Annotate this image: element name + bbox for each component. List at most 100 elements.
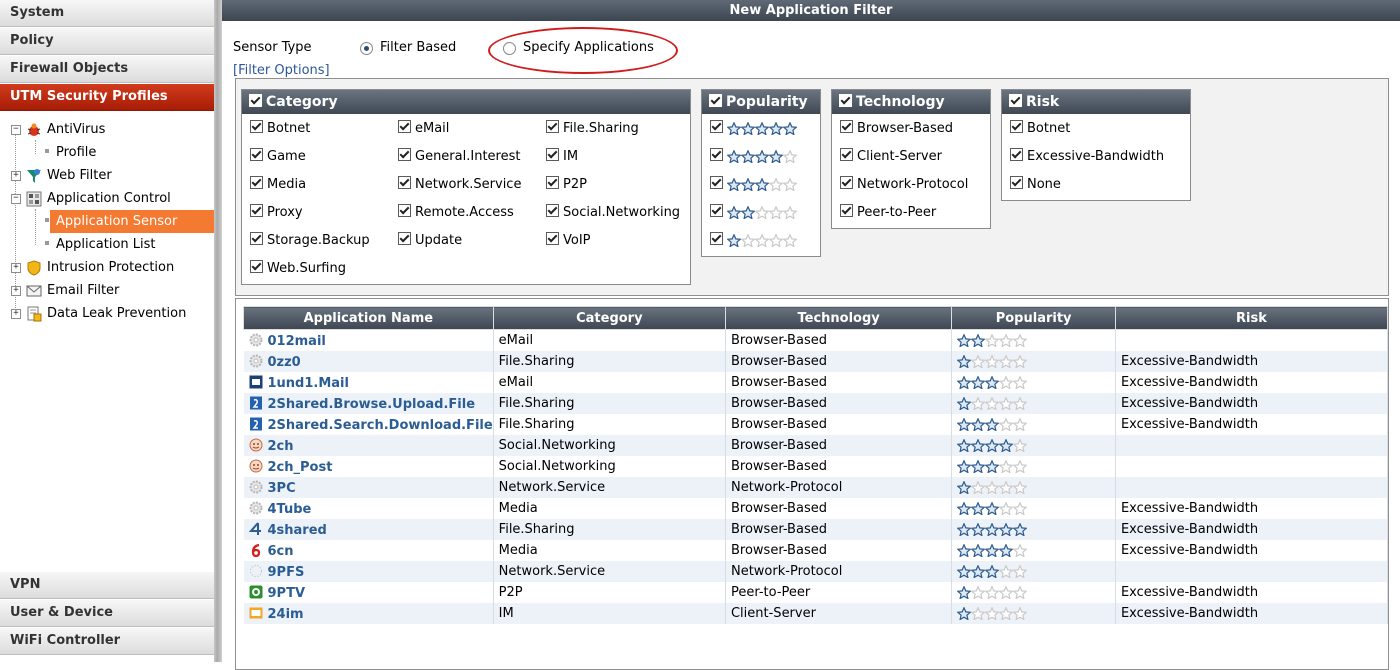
checkbox-checked[interactable] [250, 260, 263, 273]
tree-item-application-sensor[interactable]: Application Sensor [56, 212, 177, 232]
checkbox-checked[interactable] [398, 204, 411, 217]
checkbox-checked[interactable] [710, 204, 723, 217]
checkbox-checked[interactable] [710, 232, 723, 245]
application-name-link[interactable]: 24im [268, 607, 304, 622]
application-name-link[interactable]: 2ch_Post [268, 460, 333, 475]
table-row[interactable]: 24im IM Client-Server Excessive-Bandwidth [243, 603, 1389, 624]
risk-option-excessive-bandwidth[interactable]: Excessive-Bandwidth [1010, 148, 1164, 164]
category-option-game[interactable]: Game [250, 148, 306, 164]
checkbox-checked[interactable] [398, 148, 411, 161]
nav-category-policy[interactable]: Policy [0, 28, 214, 55]
checkbox-checked[interactable] [546, 148, 559, 161]
collapse-toggle-icon[interactable]: − [11, 194, 21, 204]
filter-based-label[interactable]: Filter Based [380, 40, 456, 55]
technology-option-network-protocol[interactable]: Network-Protocol [840, 176, 968, 192]
nav-category-vpn[interactable]: VPN [0, 572, 214, 599]
application-name-link[interactable]: 2Shared.Search.Download.File [268, 418, 493, 433]
application-name-link[interactable]: 1und1.Mail [268, 376, 349, 391]
popularity-option-1-stars[interactable] [710, 232, 797, 248]
checkbox-checked[interactable] [710, 148, 723, 161]
checkbox-checked[interactable] [398, 232, 411, 245]
table-row[interactable]: 2Shared.Browse.Upload.File File.Sharing Br… [243, 393, 1389, 414]
checkbox-checked[interactable] [546, 204, 559, 217]
category-option-proxy[interactable]: Proxy [250, 204, 303, 220]
popularity-select-all-checkbox[interactable] [709, 94, 722, 107]
technology-option-client-server[interactable]: Client-Server [840, 148, 942, 164]
checkbox-checked[interactable] [840, 148, 853, 161]
category-option-remote-access[interactable]: Remote.Access [398, 204, 514, 220]
category-option-email[interactable]: eMail [398, 120, 449, 136]
application-name-link[interactable]: 012mail [268, 334, 326, 349]
column-header-risk[interactable]: Risk [1114, 306, 1389, 330]
application-name-link[interactable]: 2Shared.Browse.Upload.File [268, 397, 476, 412]
sidebar-resize-handle[interactable] [214, 0, 222, 662]
checkbox-checked[interactable] [250, 176, 263, 189]
checkbox-checked[interactable] [1010, 120, 1023, 133]
nav-category-utm-security-profiles[interactable]: UTM Security Profiles [0, 84, 214, 111]
table-row[interactable]: 3PC Network.Service Network-Protocol [243, 477, 1389, 498]
application-name-link[interactable]: 2ch [268, 439, 294, 454]
checkbox-checked[interactable] [250, 232, 263, 245]
popularity-option-3-stars[interactable] [710, 176, 797, 192]
category-option-p2p[interactable]: P2P [546, 176, 587, 192]
checkbox-checked[interactable] [546, 232, 559, 245]
table-row[interactable]: 9PTV P2P Peer-to-Peer Excessive-Bandwidth [243, 582, 1389, 603]
table-row[interactable]: 2Shared.Search.Download.File File.Sharing… [243, 414, 1389, 435]
application-name-link[interactable]: 6cn [268, 544, 294, 559]
checkbox-checked[interactable] [1010, 148, 1023, 161]
category-option-social-networking[interactable]: Social.Networking [546, 204, 680, 220]
checkbox-checked[interactable] [398, 176, 411, 189]
checkbox-checked[interactable] [840, 120, 853, 133]
checkbox-checked[interactable] [840, 176, 853, 189]
table-row[interactable]: 4shared File.Sharing Browser-Based Excessiv… [243, 519, 1389, 540]
checkbox-checked[interactable] [398, 120, 411, 133]
table-row[interactable]: 012mail eMail Browser-Based [243, 329, 1389, 351]
tree-item-antivirus[interactable]: AntiVirus [47, 120, 105, 140]
nav-category-firewall-objects[interactable]: Firewall Objects [0, 56, 214, 83]
technology-option-browser-based[interactable]: Browser-Based [840, 120, 953, 136]
tree-item-email-filter[interactable]: Email Filter [47, 281, 119, 301]
risk-select-all-checkbox[interactable] [1009, 94, 1022, 107]
tree-item-intrusion-protection[interactable]: Intrusion Protection [47, 258, 174, 278]
checkbox-checked[interactable] [546, 176, 559, 189]
tree-item-data-leak-prevention[interactable]: Data Leak Prevention [47, 304, 186, 324]
risk-option-none[interactable]: None [1010, 176, 1061, 192]
table-row[interactable]: 0zz0 File.Sharing Browser-Based Excessive-B… [243, 351, 1389, 372]
collapse-toggle-icon[interactable]: − [11, 125, 21, 135]
category-option-file-sharing[interactable]: File.Sharing [546, 120, 639, 136]
column-header-popularity[interactable]: Popularity [951, 306, 1116, 330]
popularity-option-5-stars[interactable] [710, 120, 797, 136]
checkbox-checked[interactable] [710, 176, 723, 189]
checkbox-checked[interactable] [546, 120, 559, 133]
application-name-link[interactable]: 4Tube [268, 502, 312, 517]
popularity-option-4-stars[interactable] [710, 148, 797, 164]
filter-options-link[interactable]: [Filter Options] [233, 63, 330, 78]
column-header-application-name[interactable]: Application Name [243, 306, 494, 330]
category-option-update[interactable]: Update [398, 232, 462, 248]
risk-option-botnet[interactable]: Botnet [1010, 120, 1070, 136]
expand-toggle-icon[interactable]: + [11, 309, 21, 319]
category-option-web-surfing[interactable]: Web.Surfing [250, 260, 346, 276]
table-row[interactable]: 4Tube Media Browser-Based Excessive-Bandwid… [243, 498, 1389, 519]
filter-based-radio[interactable] [360, 42, 373, 55]
tree-item-application-list[interactable]: Application List [56, 235, 156, 255]
category-option-media[interactable]: Media [250, 176, 306, 192]
technology-option-peer-to-peer[interactable]: Peer-to-Peer [840, 204, 936, 220]
checkbox-checked[interactable] [250, 204, 263, 217]
checkbox-checked[interactable] [250, 120, 263, 133]
table-row[interactable]: 2ch_Post Social.Networking Browser-Based [243, 456, 1389, 477]
checkbox-checked[interactable] [1010, 176, 1023, 189]
popularity-option-2-stars[interactable] [710, 204, 797, 220]
application-name-link[interactable]: 4shared [268, 523, 327, 538]
category-option-voip[interactable]: VoIP [546, 232, 591, 248]
nav-category-user-device[interactable]: User & Device [0, 600, 214, 627]
technology-select-all-checkbox[interactable] [839, 94, 852, 107]
tree-item-profile[interactable]: Profile [56, 143, 96, 163]
checkbox-checked[interactable] [250, 148, 263, 161]
application-name-link[interactable]: 9PFS [268, 565, 305, 580]
application-name-link[interactable]: 9PTV [268, 586, 306, 601]
tree-item-application-control[interactable]: Application Control [47, 189, 171, 209]
table-row[interactable]: 6cn Media Browser-Based Excessive-Bandwidth [243, 540, 1389, 561]
nav-category-wifi-controller[interactable]: WiFi Controller [0, 628, 214, 655]
checkbox-checked[interactable] [710, 120, 723, 133]
